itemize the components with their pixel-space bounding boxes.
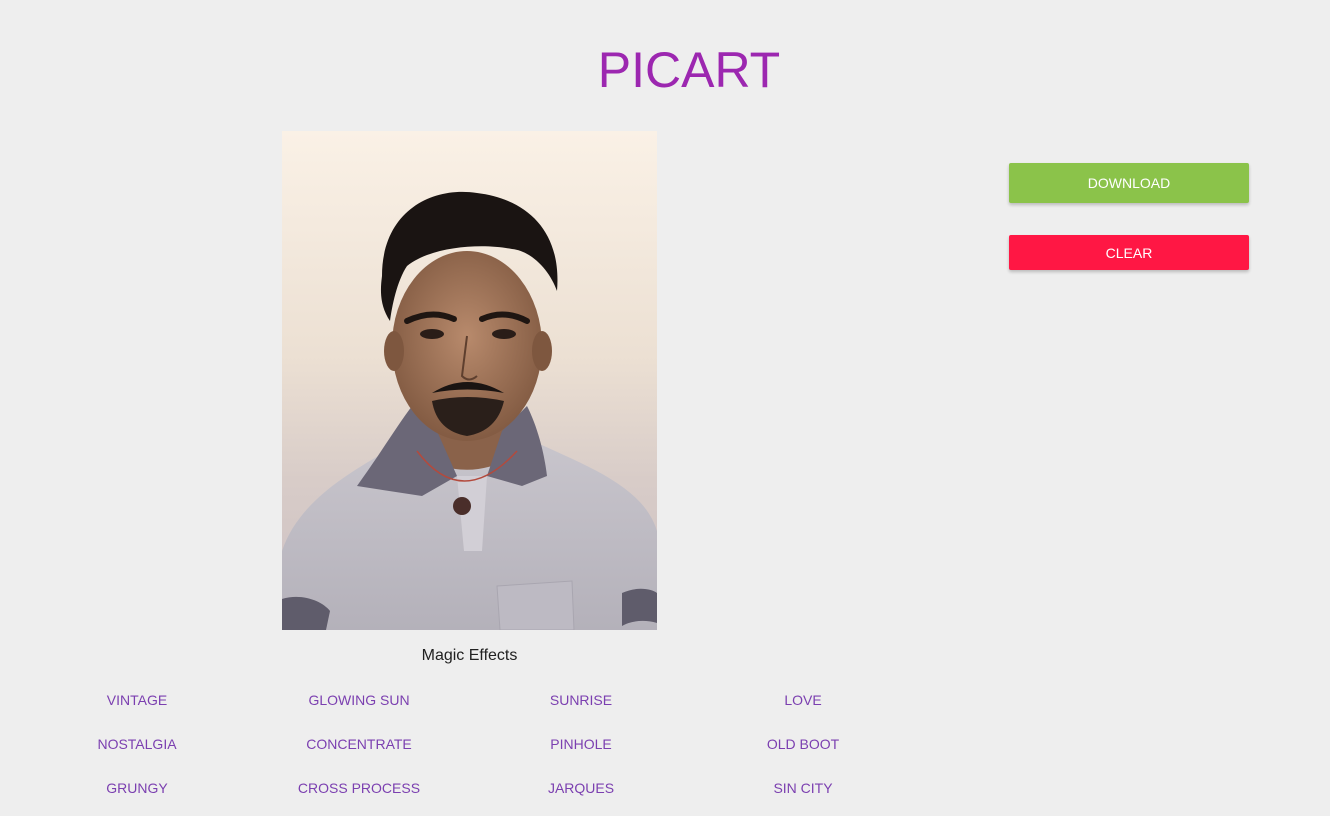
download-button[interactable]: DOWNLOAD [1009, 163, 1249, 203]
effect-nostalgia-button[interactable]: NOSTALGIA [26, 728, 248, 760]
effect-jarques-button[interactable]: JARQUES [470, 772, 692, 804]
effect-pinhole-button[interactable]: PINHOLE [470, 728, 692, 760]
effect-love-button[interactable]: LOVE [692, 684, 914, 716]
effect-sin-city-button[interactable]: SIN CITY [692, 772, 914, 804]
effect-cross-process-button[interactable]: CROSS PROCESS [248, 772, 470, 804]
effect-grungy-button[interactable]: GRUNGY [26, 772, 248, 804]
app-title: PICART [597, 42, 781, 98]
effect-old-boot-button[interactable]: OLD BOOT [692, 728, 914, 760]
effect-concentrate-button[interactable]: CONCENTRATE [248, 728, 470, 760]
effects-grid: VINTAGE GLOWING SUN SUNRISE LOVE NOSTALG… [26, 684, 914, 816]
effect-sunrise-button[interactable]: SUNRISE [470, 684, 692, 716]
effect-vintage-button[interactable]: VINTAGE [26, 684, 248, 716]
portrait-photo-icon [282, 131, 657, 630]
edited-photo [282, 131, 657, 630]
effect-glowing-sun-button[interactable]: GLOWING SUN [248, 684, 470, 716]
clear-button[interactable]: CLEAR [1009, 235, 1249, 270]
magic-effects-caption: Magic Effects [421, 647, 518, 664]
